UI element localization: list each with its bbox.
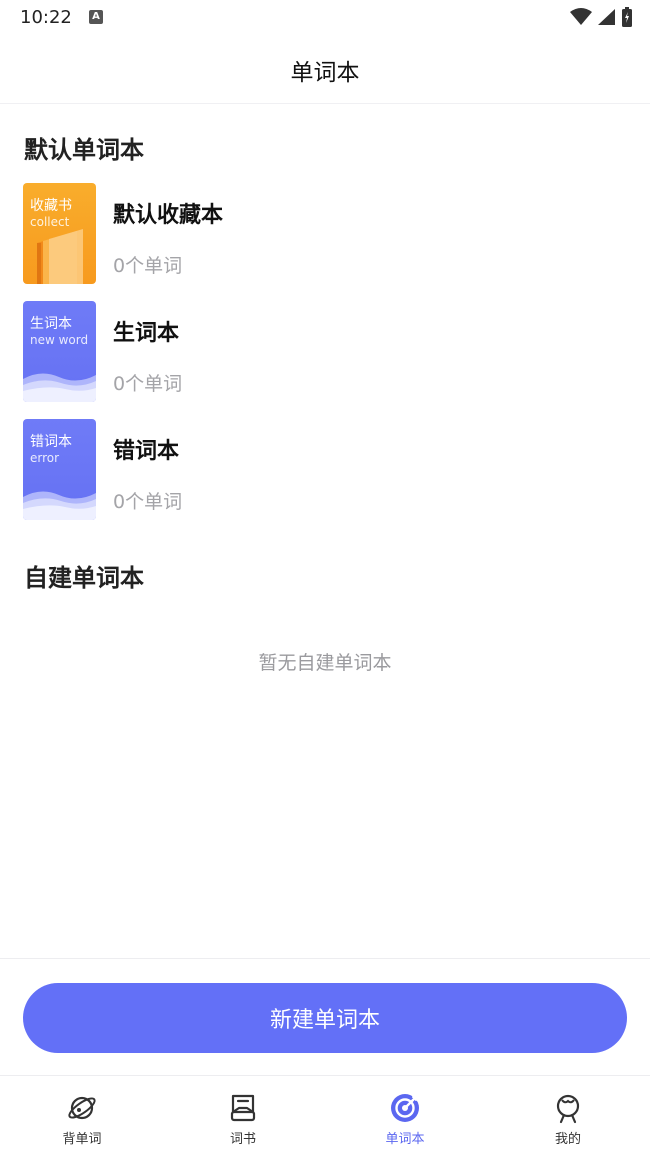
tab-label: 词书 (229, 1132, 256, 1147)
book-word-count: 0个单词 (113, 373, 183, 395)
new-word-book-cover: 生词本 new word (23, 301, 96, 402)
book-item-error[interactable]: 错词本 error 错词本 0个单词 (23, 419, 623, 521)
divider (0, 958, 650, 959)
cover-title: 生词本 (30, 316, 72, 332)
status-time: 10:22 (20, 7, 72, 28)
book-name: 错词本 (113, 439, 180, 464)
create-notebook-button[interactable]: 新建单词本 (23, 983, 627, 1053)
tab-notebook[interactable]: 单词本 (345, 1076, 465, 1157)
book-word-count: 0个单词 (113, 255, 183, 277)
wifi-icon (570, 8, 592, 25)
book-word-count: 0个单词 (113, 491, 183, 513)
app-header: 单词本 (0, 36, 650, 104)
tab-memorize[interactable]: 背单词 (22, 1076, 142, 1157)
tab-profile[interactable]: 我的 (508, 1076, 628, 1157)
empty-state-text: 暂无自建单词本 (258, 652, 392, 674)
status-icons (570, 7, 632, 27)
cover-subtitle: new word (30, 333, 89, 347)
book-item-collect[interactable]: 收藏书 collect 默认收藏本 0个单词 (23, 183, 623, 285)
bottom-tab-bar: 背单词 词书 单词本 我的 (0, 1075, 650, 1157)
planet-icon (68, 1096, 96, 1120)
profile-icon (556, 1094, 580, 1124)
cover-title: 收藏书 (30, 198, 72, 214)
page-title: 单词本 (290, 59, 360, 86)
tab-label: 背单词 (62, 1132, 102, 1147)
notification-icon: A (89, 10, 103, 24)
cover-subtitle: error (30, 451, 60, 465)
signal-icon (598, 9, 615, 25)
default-section-title: 默认单词本 (24, 136, 144, 164)
error-book-cover: 错词本 error (23, 419, 96, 520)
book-name: 生词本 (113, 321, 180, 346)
tab-wordbooks[interactable]: 词书 (183, 1076, 303, 1157)
tab-label: 我的 (554, 1132, 581, 1147)
battery-icon (622, 7, 632, 27)
custom-section-title: 自建单词本 (24, 564, 144, 592)
cover-subtitle: collect (30, 215, 70, 229)
status-bar: 10:22 A (0, 0, 650, 36)
collect-book-cover: 收藏书 collect (23, 183, 96, 284)
book-item-new-word[interactable]: 生词本 new word 生词本 0个单词 (23, 301, 623, 403)
target-icon (391, 1094, 419, 1122)
tab-label: 单词本 (385, 1132, 425, 1147)
cover-title: 错词本 (30, 434, 72, 450)
book-name: 默认收藏本 (113, 203, 224, 228)
book-icon (230, 1094, 256, 1122)
